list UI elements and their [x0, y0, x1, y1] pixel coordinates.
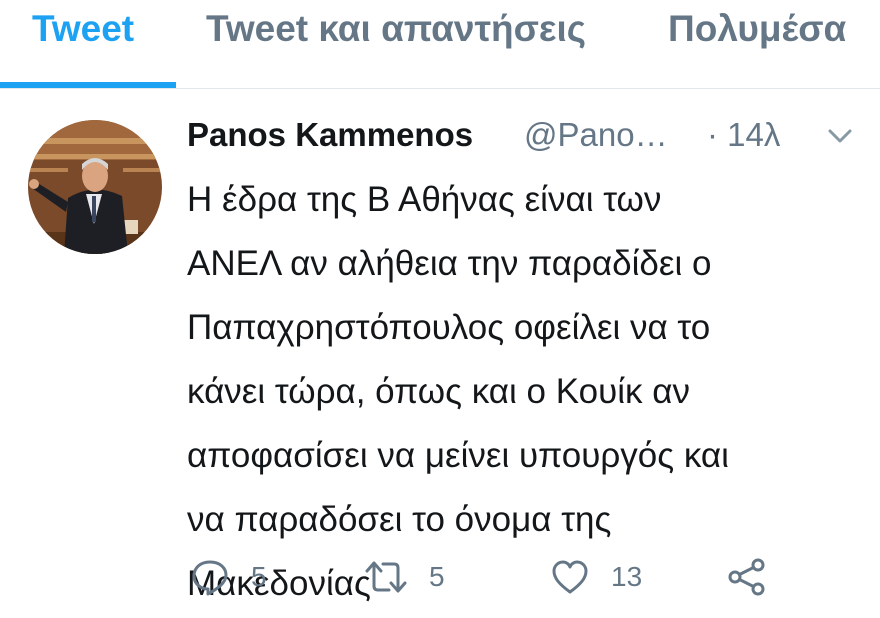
share-icon	[727, 558, 767, 596]
like-button[interactable]: 13	[551, 554, 642, 600]
retweet-icon	[365, 560, 407, 594]
tweet-timestamp[interactable]: · 14λ	[707, 116, 780, 154]
reply-button[interactable]: 5	[191, 554, 267, 600]
heart-icon	[551, 559, 589, 595]
tab-tweets-and-replies[interactable]: Tweet και απαντήσεις	[206, 8, 586, 50]
author-name[interactable]: Panos Kammenos	[187, 116, 473, 154]
chevron-down-icon[interactable]	[827, 128, 853, 144]
active-tab-indicator	[0, 82, 176, 88]
like-count: 13	[611, 561, 643, 592]
tab-media[interactable]: Πολυμέσα	[668, 8, 846, 50]
profile-tabs: Tweet Tweet και απαντήσεις Πολυμέσα	[0, 0, 880, 89]
reply-icon	[191, 558, 229, 596]
tab-tweets[interactable]: Tweet	[32, 8, 134, 50]
tweet-header: Panos Kammenos @Pano… · 14λ	[187, 116, 867, 166]
retweet-count: 5	[429, 561, 445, 592]
share-button[interactable]	[727, 554, 767, 600]
avatar[interactable]	[28, 120, 162, 254]
retweet-button[interactable]: 5	[365, 554, 445, 600]
tweet-text: Η έδρα της Β Αθήνας είναι των ΑΝΕΛ αν αλ…	[187, 180, 729, 603]
reply-count: 5	[251, 561, 267, 592]
author-handle[interactable]: @Pano…	[524, 116, 668, 154]
tweet-actions: 5 5 13	[187, 554, 867, 600]
